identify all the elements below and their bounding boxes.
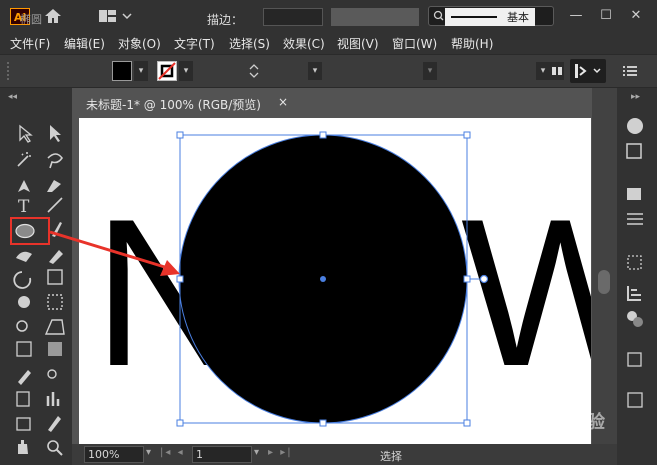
color-panel-icon[interactable] (627, 118, 643, 134)
stroke-weight-label: 描边： (207, 13, 244, 27)
tool-icons: T (10, 124, 65, 456)
scrollbar-thumb[interactable] (598, 270, 610, 294)
lasso-tool-icon[interactable] (47, 153, 63, 169)
artboard-number-field[interactable]: 1 (192, 446, 252, 463)
variable-width-dropdown[interactable]: ▾ (423, 62, 437, 80)
artboard-tool-icon[interactable] (16, 417, 31, 431)
slice-tool-icon[interactable] (48, 416, 61, 432)
first-prev-artboard-buttons[interactable]: |◂ ◂ (160, 447, 185, 458)
selection-tool-icon[interactable] (19, 124, 33, 143)
free-transform-tool-icon[interactable] (47, 294, 63, 310)
menu-effect[interactable]: 效果(C) (283, 35, 325, 52)
home-icon (45, 9, 61, 23)
menu-view[interactable]: 视图(V) (337, 35, 379, 52)
transform-icon (575, 64, 601, 78)
pie-widget-handle[interactable] (479, 274, 489, 284)
stroke-profile-line (451, 16, 497, 18)
close-window-button[interactable]: ✕ (626, 6, 646, 26)
close-tab-button[interactable]: × (278, 95, 288, 109)
eraser-tool-icon[interactable] (49, 250, 63, 264)
magic-wand-tool-icon[interactable] (17, 152, 31, 167)
fill-dropdown[interactable]: ▾ (134, 61, 148, 81)
list-menu-icon (623, 66, 637, 76)
swatches-panel-icon[interactable] (627, 188, 641, 200)
symbol-sprayer-tool-icon[interactable] (16, 391, 30, 407)
layout-grid-icon (99, 10, 132, 22)
artboards-panel-icon[interactable] (627, 392, 643, 408)
stroke-swatch[interactable] (157, 61, 177, 81)
menu-window[interactable]: 窗口(W) (392, 35, 437, 52)
transform-panel-icon[interactable] (627, 255, 642, 270)
tools-panel: ◂◂ T (0, 88, 72, 465)
minimize-button[interactable]: — (566, 6, 586, 26)
zoom-dropdown[interactable]: ▾ (146, 447, 151, 458)
artwork: N W (93, 131, 591, 427)
document-tab-label: 未标题-1* @ 100% (RGB/预览) (86, 98, 261, 112)
center-point (320, 276, 326, 282)
profile-dropdown[interactable]: ▾ (536, 62, 550, 80)
artboard-canvas[interactable]: N W (79, 118, 591, 444)
line-segment-tool-icon[interactable] (47, 197, 63, 213)
perspective-grid-tool-icon[interactable] (44, 319, 65, 335)
menu-edit[interactable]: 编辑(E) (64, 35, 105, 52)
column-graph-tool-icon[interactable] (46, 392, 60, 406)
menu-file[interactable]: 文件(F) (10, 35, 50, 52)
stroke-weight-dropdown[interactable]: ▾ (308, 62, 322, 80)
next-last-artboard-buttons[interactable]: ▸ ▸| (268, 447, 293, 458)
no-stroke-icon (158, 62, 176, 80)
blend-tool-icon[interactable] (47, 369, 57, 379)
scale-tool-icon[interactable] (47, 269, 63, 285)
stroke-weight-stepper[interactable] (247, 61, 261, 81)
align-panel-icon[interactable] (627, 286, 641, 301)
zoom-level-field[interactable]: 100% (84, 446, 144, 463)
profile-label: 基本 (507, 11, 529, 24)
direct-selection-tool-icon[interactable] (50, 125, 61, 142)
align-options-button[interactable] (550, 62, 564, 80)
stroke-weight-input[interactable] (263, 8, 323, 26)
transform-button[interactable] (570, 59, 606, 83)
shape-builder-tool-icon[interactable] (16, 320, 28, 332)
layers-panel-icon[interactable] (627, 352, 642, 367)
menu-select[interactable]: 选择(S) (229, 35, 270, 52)
menu-type[interactable]: 文字(T) (174, 35, 215, 52)
watermark-url: jingyan.baidu.com (506, 432, 590, 442)
align-icon (552, 67, 562, 75)
curvature-tool-icon[interactable] (47, 180, 61, 192)
panel-menu-button[interactable] (622, 63, 638, 79)
eyedropper-tool-icon[interactable] (18, 370, 31, 385)
stroke-dropdown[interactable]: ▾ (179, 61, 193, 81)
dock-icons (626, 118, 643, 408)
status-bar (72, 444, 617, 465)
pen-tool-icon[interactable] (18, 180, 30, 192)
home-button[interactable] (42, 6, 64, 26)
stroke-panel-icon[interactable] (627, 213, 643, 225)
variable-width-field[interactable] (331, 8, 419, 26)
menu-bar: 文件(F) 编辑(E) 对象(O) 文字(T) 选择(S) 效果(C) 视图(V… (0, 32, 657, 54)
workspace-layout-button[interactable] (98, 7, 134, 25)
hand-tool-icon[interactable] (18, 440, 28, 454)
control-bar-grip[interactable] (7, 62, 13, 80)
mesh-tool-icon[interactable] (16, 341, 32, 357)
panel-dock: ▸▸ (617, 88, 657, 465)
maximize-button[interactable]: ☐ (596, 6, 616, 26)
zoom-tool-icon[interactable] (47, 440, 59, 452)
menu-object[interactable]: 对象(O) (118, 35, 161, 52)
brush-profile-field[interactable]: 基本 (445, 8, 535, 26)
paintbrush-tool-icon[interactable] (52, 222, 62, 237)
watermark-text: Baidu 经验 (505, 412, 606, 433)
current-tool-name: 椭圆 (20, 13, 42, 26)
rotate-tool-icon[interactable] (13, 271, 32, 289)
width-tool-icon[interactable] (18, 296, 30, 308)
status-mode-label: 选择 (380, 450, 402, 463)
artboard-dropdown[interactable]: ▾ (254, 447, 259, 458)
gradient-tool-icon[interactable] (48, 342, 62, 356)
artwork-letter-w[interactable]: W (461, 175, 591, 410)
fill-swatch[interactable] (112, 61, 132, 81)
color-guide-panel-icon[interactable] (626, 143, 642, 159)
ellipse-tool-icon[interactable] (15, 223, 35, 239)
type-tool-icon[interactable]: T (18, 197, 30, 217)
stepper-arrows-icon (249, 64, 259, 78)
menu-help[interactable]: 帮助(H) (451, 35, 493, 52)
shaper-tool-icon[interactable] (16, 251, 32, 262)
